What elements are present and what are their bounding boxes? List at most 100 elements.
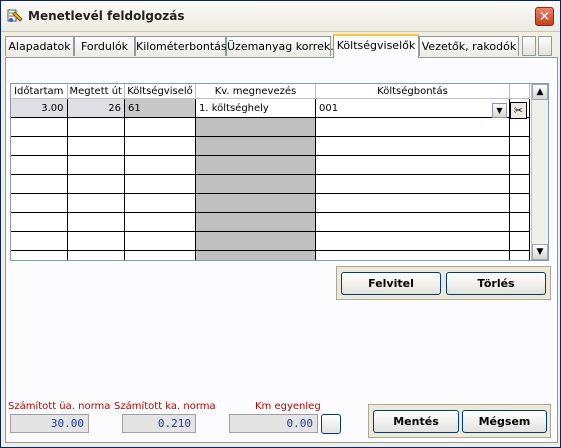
cell-koltsegviselo[interactable]: 61: [124, 98, 196, 118]
empty-cell[interactable]: [124, 231, 196, 251]
tab-alapadatok[interactable]: Alapadatok: [5, 36, 74, 56]
table-row[interactable]: [11, 250, 530, 260]
empty-cell[interactable]: [11, 117, 68, 137]
felvitel-button[interactable]: Felvitel: [341, 272, 441, 295]
szamitott-ka-norma-label: Számított ka. norma: [114, 401, 216, 412]
koltsegbontas-dropdown-arrow[interactable]: ▼: [492, 103, 507, 118]
empty-cell[interactable]: [67, 193, 125, 213]
column-header-idotartam[interactable]: Időtartam: [11, 84, 68, 99]
empty-cell: [509, 155, 530, 175]
empty-cell[interactable]: [124, 212, 196, 232]
empty-cell[interactable]: [67, 136, 125, 156]
cell-megtett-ut[interactable]: 26: [67, 98, 125, 118]
szamitott-ua-norma-label: Számított üa. norma: [8, 401, 111, 412]
empty-cell[interactable]: [67, 231, 125, 251]
tab-uzemanyag-korrek[interactable]: Üzemanyag korrek.: [226, 36, 334, 56]
tab-strip: Alapadatok Fordulók Kilométerbontás Üzem…: [5, 34, 558, 58]
empty-cell[interactable]: [67, 155, 125, 175]
scissors-icon[interactable]: ✂: [510, 102, 527, 119]
grid-scrollbar[interactable]: ▲ ▼: [531, 84, 548, 260]
cell-koltsegbontas[interactable]: 001: [315, 98, 510, 118]
tab-scroll-left-button[interactable]: [522, 36, 536, 56]
empty-cell[interactable]: [315, 136, 510, 156]
empty-cell[interactable]: [67, 250, 125, 260]
empty-cell[interactable]: [124, 250, 196, 260]
table-row[interactable]: [11, 155, 530, 175]
empty-cell[interactable]: [315, 174, 510, 194]
empty-cell: [195, 155, 316, 175]
empty-cell: [509, 136, 530, 156]
column-header-koltsegviselo[interactable]: Költségviselő: [124, 84, 196, 99]
empty-cell: [509, 174, 530, 194]
grid-action-group: Felvitel Törlés: [336, 266, 551, 300]
window-title: Menetlevél feldolgozás: [28, 9, 185, 23]
empty-cell[interactable]: [11, 136, 68, 156]
tab-vezetok-rakodok[interactable]: Vezetők, rakodók: [419, 36, 519, 56]
tab-koltsegviselok[interactable]: Költségviselők: [333, 34, 419, 58]
cell-idotartam[interactable]: 3.00: [11, 98, 68, 118]
torles-button[interactable]: Törlés: [446, 272, 546, 295]
empty-cell[interactable]: [11, 231, 68, 251]
cost-bearer-grid[interactable]: Időtartam Megtett út Költségviselő Kv. m…: [10, 83, 549, 261]
empty-cell[interactable]: [315, 212, 510, 232]
cell-kv-megnevezes: 1. költséghely: [195, 98, 316, 118]
empty-cell: [509, 231, 530, 251]
column-header-koltsegbontas[interactable]: Költségbontás: [315, 84, 510, 99]
empty-cell[interactable]: [124, 136, 196, 156]
empty-cell[interactable]: [315, 193, 510, 213]
empty-cell[interactable]: [124, 117, 196, 137]
table-row[interactable]: [11, 174, 530, 194]
table-row[interactable]: [11, 212, 530, 232]
empty-cell: [195, 212, 316, 232]
empty-cell[interactable]: [11, 155, 68, 175]
tab-scroll-right-button[interactable]: [538, 36, 552, 56]
empty-cell[interactable]: [67, 212, 125, 232]
empty-cell: [195, 250, 316, 260]
scroll-up-button[interactable]: ▲: [532, 84, 548, 100]
close-button[interactable]: ✕: [535, 7, 554, 26]
title-bar: Menetlevél feldolgozás ✕: [1, 1, 560, 32]
app-icon: [7, 9, 23, 22]
empty-cell[interactable]: [315, 231, 510, 251]
empty-cell[interactable]: [124, 193, 196, 213]
empty-cell[interactable]: [11, 174, 68, 194]
empty-cell: [195, 174, 316, 194]
cell-koltsegbontas-value: 001: [318, 102, 339, 114]
dialog-action-group: Mentés Mégsem: [368, 404, 551, 438]
szamitott-ka-norma-value: 0.210: [122, 414, 196, 433]
empty-cell[interactable]: [315, 155, 510, 175]
empty-cell: [195, 117, 316, 137]
scroll-down-button[interactable]: ▼: [532, 244, 548, 260]
empty-cell[interactable]: [124, 174, 196, 194]
mentes-button[interactable]: Mentés: [373, 410, 459, 433]
table-row[interactable]: [11, 117, 530, 137]
megsem-button[interactable]: Mégsem: [462, 410, 547, 433]
table-row[interactable]: [11, 193, 530, 213]
empty-cell: [195, 193, 316, 213]
empty-cell[interactable]: [124, 155, 196, 175]
empty-cell: [509, 212, 530, 232]
column-header-kv-megnevezes[interactable]: Kv. megnevezés: [195, 84, 316, 99]
empty-cell: [509, 250, 530, 260]
tab-kilometerbontas[interactable]: Kilométerbontás: [135, 36, 227, 56]
main-window: Menetlevél feldolgozás ✕ Alapadatok Ford…: [0, 0, 561, 448]
km-egyenleg-value: 0.00: [229, 414, 318, 433]
empty-cell[interactable]: [315, 117, 510, 137]
empty-cell: [509, 193, 530, 213]
szamitott-ua-norma-value: 30.00: [10, 414, 89, 433]
table-row[interactable]: 3.00 26 61 1. költséghely 001: [11, 98, 530, 118]
empty-cell[interactable]: [11, 250, 68, 260]
empty-cell[interactable]: [67, 117, 125, 137]
empty-cell[interactable]: [11, 212, 68, 232]
empty-cell[interactable]: [11, 193, 68, 213]
column-header-megtett-ut[interactable]: Megtett út: [67, 84, 125, 99]
empty-cell[interactable]: [315, 250, 510, 260]
table-row[interactable]: [11, 136, 530, 156]
tab-fordulok[interactable]: Fordulók: [74, 36, 135, 56]
km-egyenleg-button[interactable]: [321, 414, 341, 434]
empty-cell: [195, 231, 316, 251]
empty-cell: [509, 117, 530, 137]
empty-cell[interactable]: [67, 174, 125, 194]
table-row[interactable]: [11, 231, 530, 251]
column-header-extra: [509, 84, 530, 99]
